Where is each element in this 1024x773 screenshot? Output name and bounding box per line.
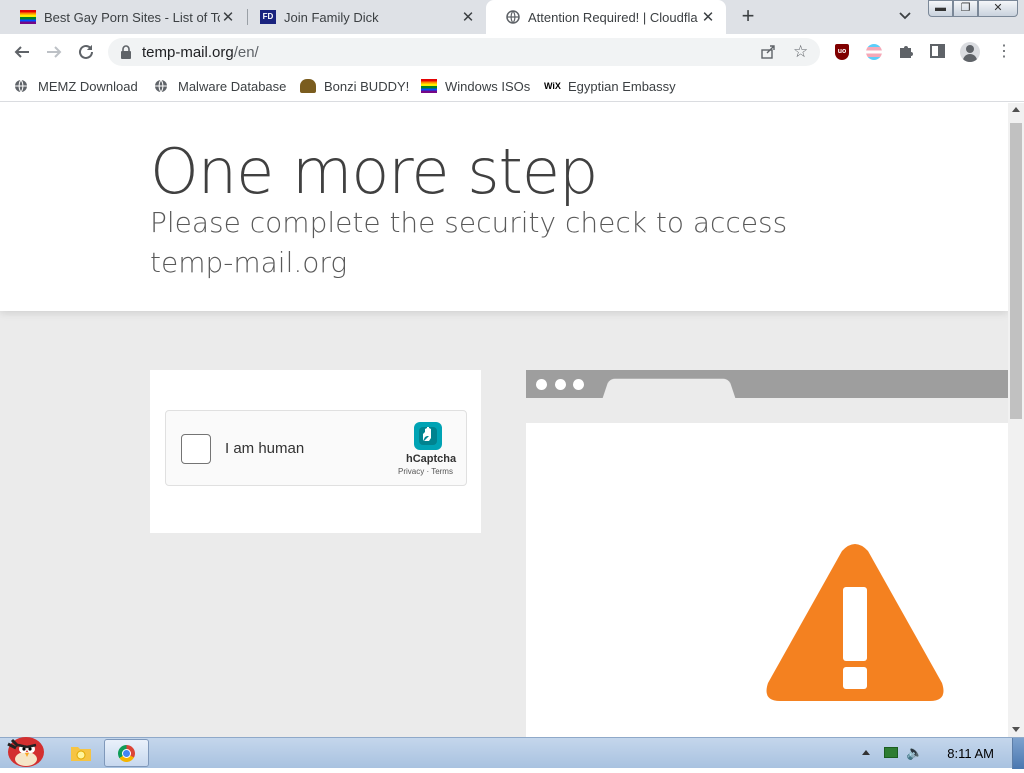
- tab-search-chevron-icon[interactable]: [896, 8, 914, 26]
- ublock-icon[interactable]: uo: [835, 44, 849, 60]
- side-panel-icon[interactable]: [930, 44, 945, 58]
- hcaptcha-brand: hCaptcha: [406, 453, 457, 465]
- tab-1[interactable]: FD Join Family Dick ✕: [240, 0, 486, 34]
- start-angry-bird-icon[interactable]: [4, 730, 46, 768]
- bookmark-label: Bonzi BUDDY!: [324, 78, 410, 94]
- volume-icon[interactable]: 🔈: [906, 744, 923, 761]
- reload-icon[interactable]: [74, 40, 98, 64]
- menu-kebab-icon[interactable]: ⋮: [996, 42, 1012, 62]
- human-label: I am human: [225, 440, 305, 457]
- scroll-up-arrow-icon[interactable]: [1012, 107, 1020, 112]
- captcha-card: I am human hCaptcha Privacy · Terms: [150, 370, 481, 533]
- bookmarks-bar: MEMZ Download Malware Database Bonzi BUD…: [0, 70, 1024, 102]
- illustration-window-bar: [526, 370, 1008, 399]
- page-content: One more step Please complete the securi…: [0, 103, 1008, 737]
- illustration-tab-shape: [602, 378, 736, 399]
- lock-icon[interactable]: [120, 45, 132, 64]
- human-checkbox[interactable]: [181, 434, 211, 464]
- globe-icon: [506, 10, 520, 24]
- extensions-puzzle-icon[interactable]: [898, 43, 914, 64]
- taskbar-chrome-button[interactable]: [104, 739, 149, 767]
- tab-2-active[interactable]: Attention Required! | Cloudfla ✕: [486, 0, 726, 34]
- browser-illustration: [526, 370, 1008, 737]
- network-icon[interactable]: [884, 747, 898, 758]
- illustration-dot-icon: [536, 379, 547, 390]
- globe-icon: [154, 79, 170, 93]
- hcaptcha-logo-icon[interactable]: [411, 419, 445, 453]
- back-icon[interactable]: [10, 40, 34, 64]
- bookmark-label: Malware Database: [178, 78, 287, 94]
- url-host: temp-mail.org: [142, 44, 234, 61]
- scroll-down-arrow-icon[interactable]: [1012, 727, 1020, 732]
- page-header: One more step Please complete the securi…: [0, 103, 1008, 311]
- minimize-button[interactable]: ▬: [928, 0, 953, 17]
- bookmark-label: MEMZ Download: [38, 78, 138, 94]
- bookmark-egyptian-embassy[interactable]: WiX Egyptian Embassy: [544, 76, 676, 96]
- address-bar[interactable]: temp-mail.org/en/ ☆: [108, 38, 820, 66]
- new-tab-button[interactable]: +: [738, 5, 758, 29]
- bookmark-malware-database[interactable]: Malware Database: [154, 76, 286, 96]
- bookmark-windows-isos[interactable]: Windows ISOs: [421, 76, 530, 96]
- hcaptcha-widget: I am human hCaptcha Privacy · Terms: [165, 410, 467, 486]
- rainbow-flag-icon: [20, 10, 36, 24]
- bookmark-star-icon[interactable]: ☆: [793, 42, 808, 62]
- chrome-icon: [118, 745, 135, 762]
- warning-triangle-icon: [766, 544, 944, 701]
- page-subtitle: Please complete the security check to ac…: [150, 206, 788, 279]
- bookmark-memz[interactable]: MEMZ Download: [14, 76, 138, 96]
- trans-flag-extension-icon[interactable]: [866, 44, 882, 60]
- globe-icon: [14, 79, 30, 93]
- page-title: One more step: [150, 135, 598, 208]
- close-window-button[interactable]: ✕: [978, 0, 1018, 17]
- explorer-folder-icon[interactable]: [70, 744, 92, 762]
- close-icon[interactable]: ✕: [460, 8, 476, 26]
- bookmark-bonzi-buddy[interactable]: Bonzi BUDDY!: [300, 76, 409, 96]
- close-icon[interactable]: ✕: [700, 8, 716, 26]
- show-desktop-button[interactable]: [1012, 738, 1024, 769]
- illustration-dot-icon: [573, 379, 584, 390]
- bonzi-icon: [300, 79, 316, 93]
- show-hidden-icons-arrow-icon[interactable]: [862, 750, 870, 755]
- tab-0[interactable]: Best Gay Porn Sites - List of To ✕: [0, 0, 246, 34]
- bookmark-label: Windows ISOs: [445, 78, 531, 94]
- page-scrollbar[interactable]: [1008, 103, 1024, 737]
- taskbar-clock[interactable]: 8:11 AM: [947, 746, 994, 761]
- url-text: temp-mail.org/en/: [142, 44, 259, 61]
- tab-title: Join Family Dick: [284, 9, 379, 25]
- scroll-thumb[interactable]: [1010, 123, 1022, 419]
- tab-title: Attention Required! | Cloudfla: [528, 9, 698, 25]
- tab-title: Best Gay Porn Sites - List of To: [44, 9, 220, 25]
- taskbar: 🔈 8:11 AM: [0, 737, 1024, 769]
- wix-icon: WiX: [544, 81, 561, 91]
- illustration-window-body: [526, 423, 1008, 737]
- rainbow-flag-icon: [421, 79, 437, 93]
- share-icon[interactable]: [760, 44, 776, 65]
- illustration-dot-icon: [555, 379, 566, 390]
- forward-icon[interactable]: [42, 40, 66, 64]
- tab-strip: Best Gay Porn Sites - List of To ✕ FD Jo…: [0, 0, 1024, 34]
- bookmark-label: Egyptian Embassy: [568, 78, 676, 94]
- url-path: /en/: [233, 44, 259, 61]
- restore-button[interactable]: ❐: [953, 0, 978, 17]
- fd-logo-icon: FD: [260, 10, 276, 24]
- close-icon[interactable]: ✕: [220, 8, 236, 26]
- profile-avatar-icon[interactable]: [960, 42, 980, 62]
- hcaptcha-privacy-terms[interactable]: Privacy · Terms: [398, 467, 453, 476]
